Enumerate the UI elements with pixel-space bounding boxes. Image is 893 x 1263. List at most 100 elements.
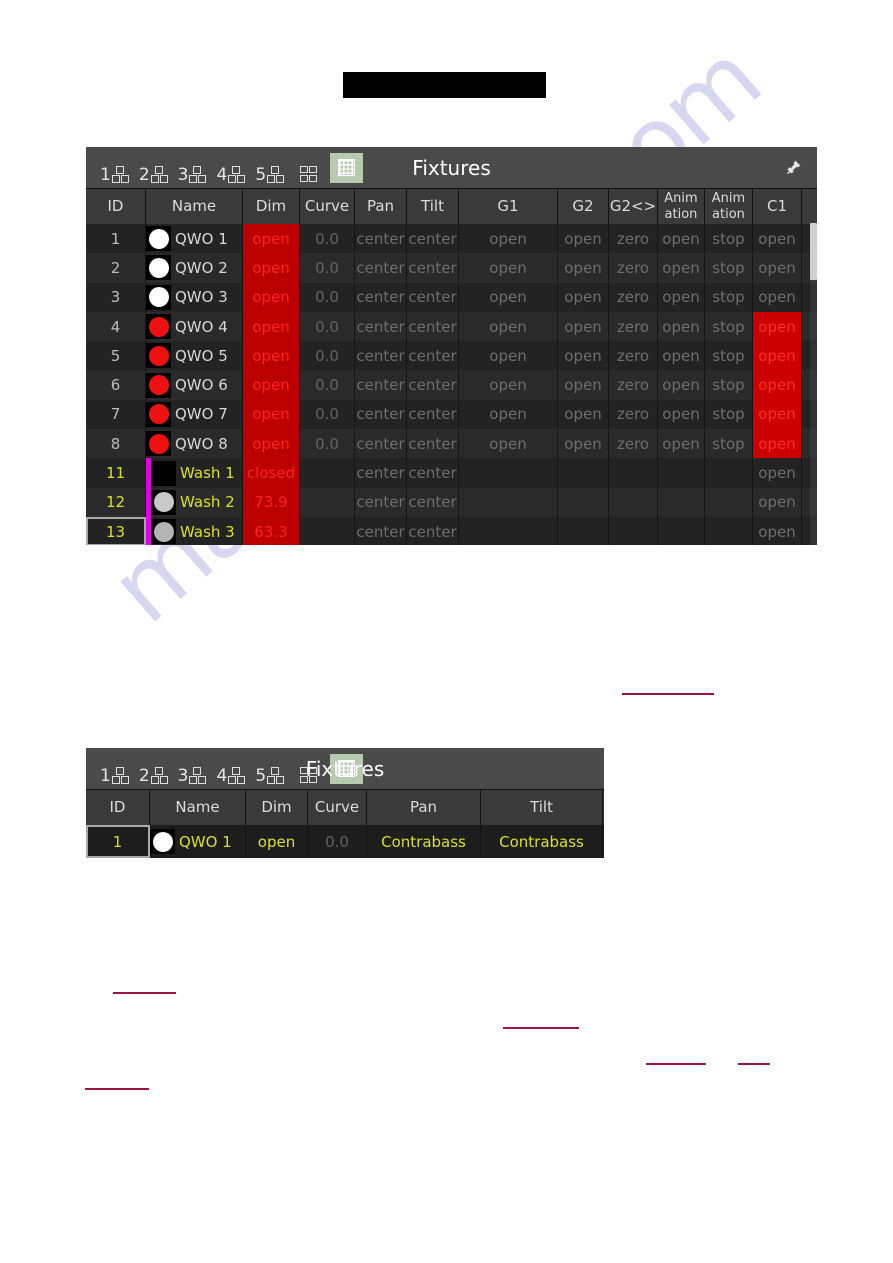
cell-tilt[interactable]: center (407, 429, 459, 459)
cell-tilt[interactable]: center (407, 370, 459, 400)
cell-animation-1[interactable]: open (658, 282, 705, 312)
table-row[interactable]: 4 QWO 4 open 0.0 center center open open zero ope… (86, 311, 817, 342)
fixture-color-swatch[interactable] (146, 401, 171, 427)
cell-g2[interactable]: open (558, 341, 609, 371)
cell-tilt[interactable]: center (407, 224, 459, 254)
cell-name[interactable]: QWO 1 (150, 825, 246, 858)
column-header[interactable]: Pan (355, 189, 407, 224)
cell-animation-2[interactable] (705, 487, 753, 517)
cell-g2x[interactable]: zero (609, 282, 658, 312)
layout-button-2[interactable]: 2 (134, 754, 173, 784)
cell-g2[interactable]: open (558, 429, 609, 459)
four-square-grid-button[interactable] (295, 153, 322, 183)
cell-pan[interactable]: center (355, 282, 407, 312)
column-header[interactable]: Anim ation (658, 189, 705, 224)
fixture-color-swatch[interactable] (146, 255, 171, 281)
cell-curve[interactable]: 0.0 (300, 253, 355, 283)
cell-curve[interactable]: 0.0 (300, 341, 355, 371)
table-row[interactable]: 1 QWO 1 open 0.0 Contrabass Contrabass (86, 825, 604, 858)
cell-tilt[interactable]: center (407, 282, 459, 312)
cell-name[interactable]: Wash 1 (151, 458, 243, 488)
cell-g2[interactable] (558, 487, 609, 517)
cell-g2[interactable]: open (558, 224, 609, 254)
cell-tilt[interactable]: center (407, 458, 459, 488)
cell-animation-2[interactable]: stop (705, 253, 753, 283)
column-header[interactable]: Tilt (481, 790, 603, 825)
table-row[interactable]: 2 QWO 2 open 0.0 center center open open zero ope… (86, 253, 817, 283)
fixture-color-swatch[interactable] (146, 431, 171, 457)
fine-grid-button[interactable] (330, 152, 364, 183)
cell-dim[interactable]: open (243, 253, 300, 283)
cell-c1[interactable]: open (753, 370, 802, 400)
cell-g1[interactable] (459, 487, 558, 517)
column-header[interactable]: Pan (367, 790, 481, 825)
cell-dim[interactable]: open (243, 282, 300, 312)
layout-button-1[interactable]: 1 (95, 754, 134, 784)
cell-id[interactable]: 4 (86, 311, 146, 342)
column-header[interactable]: Dim (243, 189, 300, 224)
table-row[interactable]: 3 QWO 3 open 0.0 center center open open zero ope… (86, 282, 817, 312)
layout-button-3[interactable]: 3 (173, 754, 212, 784)
cell-curve[interactable]: 0.0 (300, 370, 355, 400)
cell-curve[interactable] (300, 516, 355, 545)
layout-button-3[interactable]: 3 (173, 153, 212, 183)
cell-dim[interactable]: open (243, 429, 300, 459)
cell-tilt[interactable]: center (407, 516, 459, 545)
cell-curve[interactable] (300, 487, 355, 517)
column-header[interactable]: ID (86, 189, 146, 224)
cell-curve[interactable] (300, 458, 355, 488)
layout-button-4[interactable]: 4 (211, 754, 250, 784)
table-row[interactable]: 6 QWO 6 open 0.0 center center open open zero ope… (86, 370, 817, 400)
cell-animation-2[interactable]: stop (705, 224, 753, 254)
table-row[interactable]: 12 Wash 2 73.9 center center open (86, 487, 817, 517)
cell-tilt[interactable]: center (407, 253, 459, 283)
cell-animation-1[interactable]: open (658, 224, 705, 254)
fixture-color-swatch[interactable] (151, 489, 176, 515)
cell-g2x[interactable] (609, 458, 658, 488)
cell-c1[interactable]: open (753, 516, 802, 545)
cell-g1[interactable] (459, 516, 558, 545)
cell-name[interactable]: Wash 3 (151, 516, 243, 545)
cell-name[interactable]: QWO 4 (146, 311, 243, 342)
vertical-scrollbar-thumb[interactable] (810, 223, 817, 280)
cell-name[interactable]: Wash 2 (151, 487, 243, 517)
cell-animation-1[interactable]: open (658, 311, 705, 342)
cell-g2x[interactable] (609, 516, 658, 545)
cell-g1[interactable]: open (459, 253, 558, 283)
cell-id[interactable]: 8 (86, 429, 146, 459)
column-header[interactable]: Curve (300, 189, 355, 224)
cell-g1[interactable]: open (459, 370, 558, 400)
cell-id[interactable]: 1 (86, 825, 150, 858)
cell-animation-2[interactable] (705, 516, 753, 545)
cell-pan[interactable]: center (355, 399, 407, 430)
cell-id[interactable]: 11 (86, 458, 146, 488)
cell-tilt[interactable]: center (407, 487, 459, 517)
cell-c1[interactable]: open (753, 341, 802, 371)
cell-animation-2[interactable]: stop (705, 429, 753, 459)
layout-button-4[interactable]: 4 (211, 153, 250, 183)
cell-tilt[interactable]: center (407, 399, 459, 430)
cell-c1[interactable]: open (753, 311, 802, 342)
cell-dim[interactable]: open (243, 311, 300, 342)
layout-button-5[interactable]: 5 (250, 153, 289, 183)
fixture-color-swatch[interactable] (146, 314, 171, 340)
fixture-color-swatch[interactable] (151, 460, 176, 486)
cell-g2x[interactable] (609, 487, 658, 517)
cell-pan[interactable]: center (355, 311, 407, 342)
cell-animation-2[interactable]: stop (705, 341, 753, 371)
cell-g1[interactable] (459, 458, 558, 488)
cell-animation-2[interactable]: stop (705, 282, 753, 312)
cell-animation-1[interactable] (658, 516, 705, 545)
cell-id[interactable]: 6 (86, 370, 146, 400)
cell-g1[interactable]: open (459, 282, 558, 312)
column-header[interactable]: Dim (246, 790, 308, 825)
cell-id[interactable]: 7 (86, 399, 146, 430)
cell-dim[interactable]: open (243, 399, 300, 430)
cell-animation-1[interactable]: open (658, 429, 705, 459)
cell-g2[interactable]: open (558, 399, 609, 430)
cell-g1[interactable]: open (459, 429, 558, 459)
cell-animation-1[interactable] (658, 487, 705, 517)
cell-c1[interactable]: open (753, 253, 802, 283)
cell-g2[interactable]: open (558, 311, 609, 342)
four-square-grid-button[interactable] (295, 754, 322, 784)
